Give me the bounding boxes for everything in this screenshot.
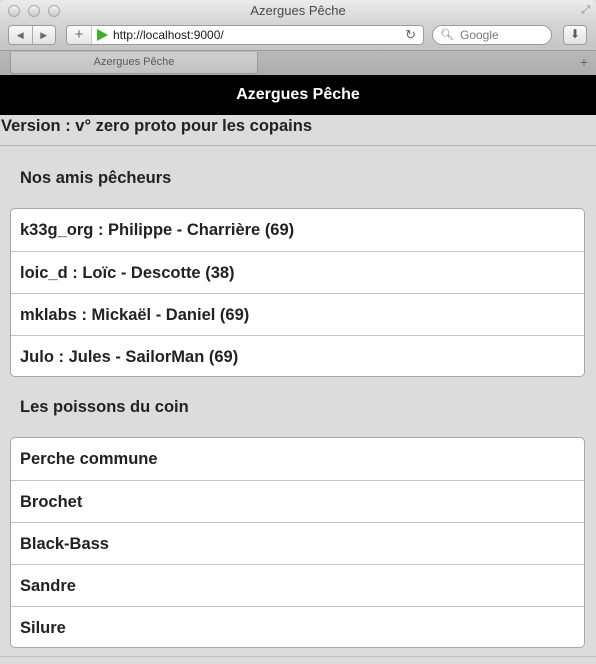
fish-item[interactable]: Sandre xyxy=(11,564,584,606)
back-arrow-icon: ◀ xyxy=(16,29,24,40)
friend-item[interactable]: mklabs : Mickaël - Daniel (69) xyxy=(11,293,584,335)
fullscreen-icon[interactable]: ⤢ xyxy=(581,4,590,17)
search-field[interactable]: 🔍︎ Google xyxy=(432,25,552,45)
forward-button[interactable]: ▶ xyxy=(31,26,56,44)
fish-item[interactable]: Black-Bass xyxy=(11,522,584,564)
divider xyxy=(0,145,596,146)
reload-icon[interactable]: ↻ xyxy=(405,27,416,43)
fish-section-title: Les poissons du coin xyxy=(20,398,189,416)
friends-section-title: Nos amis pêcheurs xyxy=(20,169,172,187)
url-text[interactable]: http://localhost:9000/ xyxy=(113,28,224,42)
magnifier-icon: 🔍︎ xyxy=(440,29,454,41)
footer-divider xyxy=(0,656,596,657)
new-tab-plus-icon[interactable]: + xyxy=(580,54,588,70)
window-titlebar: Azergues Pêche ⤢ xyxy=(0,0,596,22)
version-text: Version : v° zero proto pour les copains xyxy=(1,117,312,135)
fish-item[interactable]: Brochet xyxy=(11,480,584,522)
app-header: Azergues Pêche xyxy=(0,75,596,115)
browser-toolbar: ◀ ▶ + http://localhost:9000/ ↻ 🔍︎ Google… xyxy=(0,22,596,50)
fish-list: Perche commune Brochet Black-Bass Sandre… xyxy=(10,437,585,648)
back-button[interactable]: ◀ xyxy=(9,26,32,44)
forward-arrow-icon: ▶ xyxy=(40,29,48,40)
plus-icon: + xyxy=(74,26,84,43)
download-icon: ⬇ xyxy=(569,27,581,41)
address-bar[interactable]: + http://localhost:9000/ ↻ xyxy=(66,25,424,45)
window-title: Azergues Pêche xyxy=(250,3,346,18)
fish-item[interactable]: Perche commune xyxy=(11,438,584,480)
play-icon xyxy=(97,29,108,41)
search-placeholder: Google xyxy=(460,28,499,42)
add-bookmark-button[interactable]: + xyxy=(67,26,92,44)
friend-item[interactable]: Julo : Jules - SailorMan (69) xyxy=(11,335,584,376)
downloads-button[interactable]: ⬇ xyxy=(563,25,587,45)
navigation-buttons: ◀ ▶ xyxy=(8,25,56,45)
friend-item[interactable]: loic_d : Loïc - Descotte (38) xyxy=(11,251,584,293)
friend-item[interactable]: k33g_org : Philippe - Charrière (69) xyxy=(11,209,584,251)
tab-strip: Azergues Pêche + xyxy=(0,50,596,75)
friends-list: k33g_org : Philippe - Charrière (69) loi… xyxy=(10,208,585,377)
fish-item[interactable]: Silure xyxy=(11,606,584,647)
tab-azergues-peche[interactable]: Azergues Pêche xyxy=(10,52,258,74)
